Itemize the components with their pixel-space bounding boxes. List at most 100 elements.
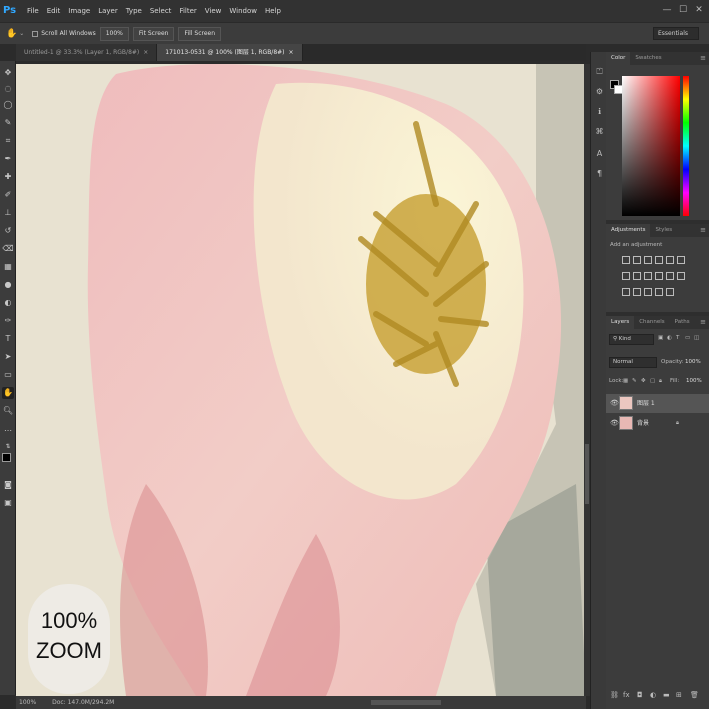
- layer-style-icon[interactable]: fx: [623, 691, 630, 699]
- rectangle-tool-icon[interactable]: ▭: [2, 369, 14, 381]
- hue-slider[interactable]: [683, 76, 689, 216]
- tab-171013-0531[interactable]: 171013-0531 @ 100% (图层 1, RGB/8#) ×: [157, 44, 303, 61]
- layers-panel-menu-icon[interactable]: ≡: [700, 316, 706, 329]
- gradient-map-icon[interactable]: [666, 288, 674, 296]
- tab-styles[interactable]: Styles: [650, 224, 677, 237]
- blend-mode-select[interactable]: Normal: [609, 357, 657, 368]
- workspace-select[interactable]: Essentials: [653, 27, 699, 40]
- layer-name[interactable]: 背景: [637, 414, 649, 433]
- layer-filter-select[interactable]: ⚲ Kind: [609, 334, 654, 345]
- dodge-tool-icon[interactable]: ◐: [2, 297, 14, 309]
- filter-adjustment-icon[interactable]: ◐: [667, 335, 672, 341]
- lock-position-icon[interactable]: ✥: [641, 378, 646, 384]
- lock-transparent-icon[interactable]: ▦: [623, 378, 628, 384]
- healing-brush-tool-icon[interactable]: ✚: [2, 171, 14, 183]
- tab-swatches[interactable]: Swatches: [630, 52, 666, 65]
- brush-settings-icon[interactable]: ⌘: [594, 126, 605, 137]
- tab-adjustments[interactable]: Adjustments: [606, 224, 651, 237]
- menu-file[interactable]: File: [23, 7, 43, 15]
- opacity-input[interactable]: 100%: [685, 359, 701, 365]
- status-zoom[interactable]: 100%: [19, 699, 36, 706]
- hue-saturation-icon[interactable]: [622, 272, 630, 280]
- levels-icon[interactable]: [633, 256, 641, 264]
- add-mask-icon[interactable]: ◘: [637, 691, 643, 699]
- brush-tool-icon[interactable]: ✐: [2, 189, 14, 201]
- brightness-contrast-icon[interactable]: [622, 256, 630, 264]
- properties-icon[interactable]: ⚙: [594, 86, 605, 97]
- menu-view[interactable]: View: [201, 7, 226, 15]
- gradient-tool-icon[interactable]: ▦: [2, 261, 14, 273]
- tab-layers[interactable]: Layers: [606, 316, 635, 329]
- close-tab-icon[interactable]: ×: [289, 49, 294, 56]
- quick-select-tool-icon[interactable]: ✎: [2, 117, 14, 129]
- hand-tool-selected-icon[interactable]: ✋: [2, 387, 14, 399]
- close-tab-icon[interactable]: ×: [143, 49, 148, 56]
- eraser-tool-icon[interactable]: ⌫: [2, 243, 14, 255]
- path-select-tool-icon[interactable]: ➤: [2, 351, 14, 363]
- lock-artboard-icon[interactable]: ▢: [650, 378, 655, 384]
- scroll-thumb[interactable]: [585, 444, 589, 504]
- invert-icon[interactable]: [622, 288, 630, 296]
- lock-image-icon[interactable]: ✎: [632, 378, 637, 384]
- tab-channels[interactable]: Channels: [634, 316, 669, 329]
- threshold-icon[interactable]: [644, 288, 652, 296]
- selective-color-icon[interactable]: [655, 288, 663, 296]
- delete-layer-icon[interactable]: 🗑︎: [690, 691, 699, 699]
- vibrance-icon[interactable]: [666, 256, 674, 264]
- marquee-tool-icon[interactable]: ◌: [2, 83, 14, 95]
- filter-shape-icon[interactable]: ▭: [685, 335, 690, 341]
- visibility-eye-icon[interactable]: 👁︎: [610, 414, 619, 433]
- new-group-icon[interactable]: ▬: [663, 691, 670, 699]
- foreground-color-swatch[interactable]: [2, 453, 11, 462]
- eyedropper-tool-icon[interactable]: ✒: [2, 153, 14, 165]
- channel-mixer-icon[interactable]: [666, 272, 674, 280]
- blur-tool-icon[interactable]: ●: [2, 279, 14, 291]
- screen-mode-icon[interactable]: ▣: [2, 497, 14, 509]
- curves-icon[interactable]: [644, 256, 652, 264]
- new-layer-icon[interactable]: ⊞: [676, 691, 682, 699]
- lock-all-icon[interactable]: 🔒︎: [659, 378, 662, 385]
- color-panel-menu-icon[interactable]: ≡: [700, 52, 706, 65]
- black-white-icon[interactable]: [644, 272, 652, 280]
- move-tool-icon[interactable]: ✥: [2, 67, 14, 79]
- quick-mask-icon[interactable]: ◙: [2, 479, 14, 491]
- character-icon[interactable]: A: [594, 148, 605, 159]
- zoom-tool-icon[interactable]: 🔍︎: [2, 405, 14, 417]
- color-lookup-icon[interactable]: [677, 272, 685, 280]
- history-icon[interactable]: ⏍: [594, 66, 605, 77]
- photo-filter-icon[interactable]: [655, 272, 663, 280]
- horizontal-scroll-thumb[interactable]: [371, 700, 441, 705]
- tool-preset-chevron-icon[interactable]: ⌄: [19, 30, 24, 37]
- filter-type-icon[interactable]: T: [676, 335, 679, 341]
- zoom-100-button[interactable]: 100%: [99, 26, 129, 41]
- fill-screen-button[interactable]: Fill Screen: [178, 26, 222, 41]
- info-icon[interactable]: ℹ: [594, 106, 605, 117]
- document-canvas[interactable]: 100% ZOOM: [16, 64, 586, 696]
- crop-tool-icon[interactable]: ⌗: [2, 135, 14, 147]
- paragraph-icon[interactable]: ¶: [594, 168, 605, 179]
- menu-image[interactable]: Image: [64, 7, 94, 15]
- menu-window[interactable]: Window: [225, 7, 261, 15]
- layer-row[interactable]: 👁︎ 图层 1: [606, 394, 709, 413]
- pen-tool-icon[interactable]: ✑: [2, 315, 14, 327]
- color-balance-icon[interactable]: [633, 272, 641, 280]
- exposure-icon[interactable]: [655, 256, 663, 264]
- menu-layer[interactable]: Layer: [94, 7, 122, 15]
- maximize-button[interactable]: ☐: [677, 4, 689, 16]
- fill-input[interactable]: 100%: [686, 378, 702, 384]
- menu-filter[interactable]: Filter: [175, 7, 200, 15]
- new-adjustment-icon[interactable]: ◐: [650, 691, 656, 699]
- tab-untitled-1[interactable]: Untitled-1 @ 33.3% (Layer 1, RGB/8#) ×: [16, 44, 158, 61]
- hand-tool-icon[interactable]: ✋: [6, 29, 17, 39]
- type-tool-icon[interactable]: T: [2, 333, 14, 345]
- filter-smart-object-icon[interactable]: ◫: [694, 335, 699, 341]
- menu-help[interactable]: Help: [261, 7, 285, 15]
- color-field[interactable]: [622, 76, 680, 216]
- history-brush-tool-icon[interactable]: ↺: [2, 225, 14, 237]
- more-tools-icon[interactable]: ⋯: [2, 425, 14, 437]
- menu-type[interactable]: Type: [122, 7, 146, 15]
- tab-color[interactable]: Color: [606, 52, 631, 65]
- layer-name[interactable]: 图层 1: [637, 394, 655, 413]
- adjustments-panel-menu-icon[interactable]: ≡: [700, 224, 706, 237]
- minimize-button[interactable]: —: [661, 4, 673, 16]
